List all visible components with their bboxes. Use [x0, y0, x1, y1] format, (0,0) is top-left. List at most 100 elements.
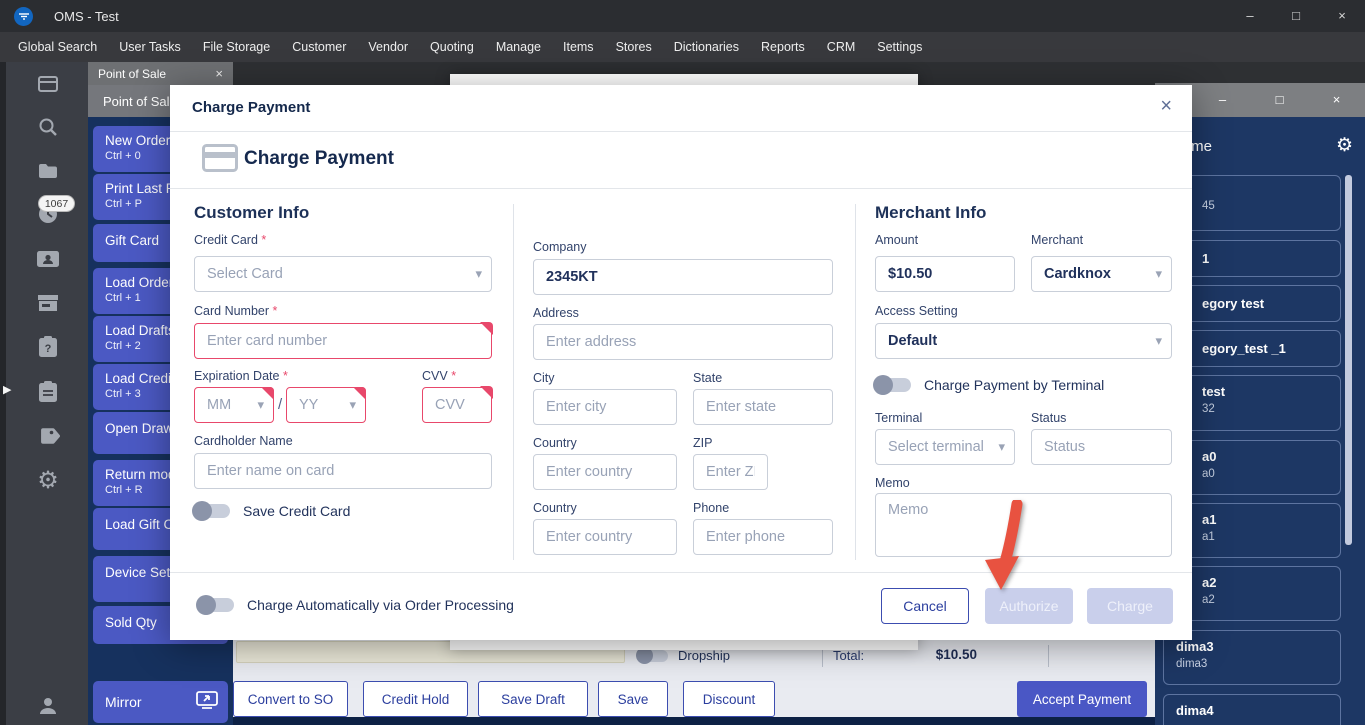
credit-hold-button[interactable]: Credit Hold [363, 681, 468, 717]
menu-stores[interactable]: Stores [605, 32, 663, 62]
menu-user-tasks[interactable]: User Tasks [108, 32, 192, 62]
terminal-select[interactable]: Select terminal ▾ [875, 429, 1015, 465]
card-number-label: Card Number * [194, 304, 278, 318]
terminal-toggle[interactable]: Charge Payment by Terminal [873, 375, 1104, 395]
date-separator: / [278, 396, 283, 413]
card-number-wrap [194, 322, 493, 359]
terminal-label: Terminal [875, 411, 923, 425]
charge-button[interactable]: Charge [1087, 588, 1173, 624]
sidebar-gear-icon[interactable]: ⚙ [1336, 134, 1353, 157]
merchant-select[interactable]: Cardknox ▾ [1031, 256, 1172, 292]
tab-close-icon[interactable]: × [215, 66, 223, 81]
credit-card-select[interactable]: Select Card ▾ [194, 256, 492, 292]
expiration-date-label: Expiration Date * [194, 369, 288, 383]
auto-charge-toggle[interactable]: Charge Automatically via Order Processin… [196, 595, 514, 615]
city-input[interactable] [533, 389, 677, 425]
expiration-month-select[interactable]: MM ▾ [194, 387, 274, 423]
zip-input[interactable] [693, 454, 768, 490]
search-icon[interactable] [34, 113, 62, 141]
menu-vendor[interactable]: Vendor [357, 32, 419, 62]
contact-card-icon[interactable] [34, 245, 62, 273]
clipboard-list-icon[interactable] [34, 378, 62, 406]
menu-file-storage[interactable]: File Storage [192, 32, 281, 62]
menu-dictionaries[interactable]: Dictionaries [663, 32, 750, 62]
windows-icon[interactable] [34, 70, 62, 98]
cvv-label: CVV * [422, 369, 457, 383]
toggle-track [873, 375, 911, 395]
invalid-corner [480, 386, 493, 399]
company-label: Company [533, 240, 587, 254]
state-input[interactable] [693, 389, 833, 425]
menu-reports[interactable]: Reports [750, 32, 816, 62]
title-bar: OMS - Test – □ × [0, 0, 1365, 32]
required-mark: * [282, 369, 288, 383]
close-icon[interactable]: × [1319, 0, 1365, 32]
menu-items[interactable]: Items [552, 32, 605, 62]
clipboard-question-icon[interactable]: ? [34, 333, 62, 361]
screen-share-icon [196, 690, 218, 714]
cardholder-name-label: Cardholder Name [194, 434, 293, 448]
country-input[interactable] [533, 454, 677, 490]
amount-input[interactable] [875, 256, 1015, 292]
toggle-track [636, 646, 668, 664]
invalid-corner [353, 387, 366, 400]
menu-settings[interactable]: Settings [866, 32, 933, 62]
save-draft-button[interactable]: Save Draft [478, 681, 588, 717]
inner-restore-icon[interactable]: □ [1251, 84, 1308, 116]
total-label: Total: [833, 648, 865, 663]
access-setting-select[interactable]: Default ▾ [875, 323, 1172, 359]
accept-payment-button[interactable]: Accept Payment [1017, 681, 1147, 717]
chevron-down-icon: ▾ [475, 266, 482, 281]
country2-label: Country [533, 501, 577, 515]
toggle-knob [873, 375, 893, 395]
menu-customer[interactable]: Customer [281, 32, 357, 62]
required-mark: * [272, 304, 278, 318]
status-label: Status [1031, 411, 1067, 425]
customer-info-column: Customer Info Credit Card * Select Card … [192, 85, 493, 640]
inner-minimize-icon[interactable]: – [1194, 84, 1251, 116]
menu-global-search[interactable]: Global Search [7, 32, 108, 62]
minimize-icon[interactable]: – [1227, 0, 1273, 32]
cancel-button[interactable]: Cancel [881, 588, 969, 624]
chevron-down-icon: ▾ [1155, 333, 1162, 348]
address-input[interactable] [533, 324, 833, 360]
dropship-toggle[interactable]: Dropship [636, 646, 730, 664]
cardholder-name-input[interactable] [194, 453, 492, 489]
divider [855, 204, 856, 560]
mirror-button[interactable]: Mirror [93, 681, 228, 723]
user-icon[interactable] [34, 692, 62, 720]
zip-label: ZIP [693, 436, 713, 450]
app-title: OMS - Test [54, 8, 119, 24]
folder-icon[interactable] [34, 157, 62, 185]
store-icon[interactable] [34, 289, 62, 317]
invalid-corner [480, 322, 493, 335]
expiration-year-select[interactable]: YY ▾ [286, 387, 366, 423]
status-input[interactable] [1031, 429, 1172, 465]
inner-close-icon[interactable]: × [1308, 84, 1365, 116]
country2-input[interactable] [533, 519, 677, 555]
menu-bar: Global Search User Tasks File Storage Cu… [0, 32, 1365, 62]
menu-manage[interactable]: Manage [485, 32, 552, 62]
convert-to-so-button[interactable]: Convert to SO [233, 681, 348, 717]
tab-point-of-sale[interactable]: Point of Sale × [88, 62, 233, 85]
menu-quoting[interactable]: Quoting [419, 32, 485, 62]
expand-panel-icon[interactable]: ▶ [3, 383, 11, 396]
category-tile[interactable]: dima4 [1163, 694, 1341, 725]
toggle-track [192, 501, 230, 521]
discount-button[interactable]: Discount [683, 681, 775, 717]
save-button[interactable]: Save [598, 681, 668, 717]
card-number-input[interactable] [194, 323, 492, 359]
save-credit-card-toggle[interactable]: Save Credit Card [192, 501, 350, 521]
maximize-icon[interactable]: □ [1273, 0, 1319, 32]
city-label: City [533, 371, 555, 385]
gear-icon[interactable]: ⚙ [34, 466, 62, 494]
sidebar-scrollbar[interactable] [1345, 175, 1352, 545]
phone-input[interactable] [693, 519, 833, 555]
chevron-down-icon: ▾ [998, 439, 1005, 454]
menu-crm[interactable]: CRM [816, 32, 866, 62]
access-setting-label: Access Setting [875, 304, 958, 318]
credit-card-label: Credit Card * [194, 233, 267, 247]
tab-label: Point of Sale [98, 66, 167, 81]
tag-icon[interactable] [34, 422, 62, 450]
company-input[interactable] [533, 259, 833, 295]
